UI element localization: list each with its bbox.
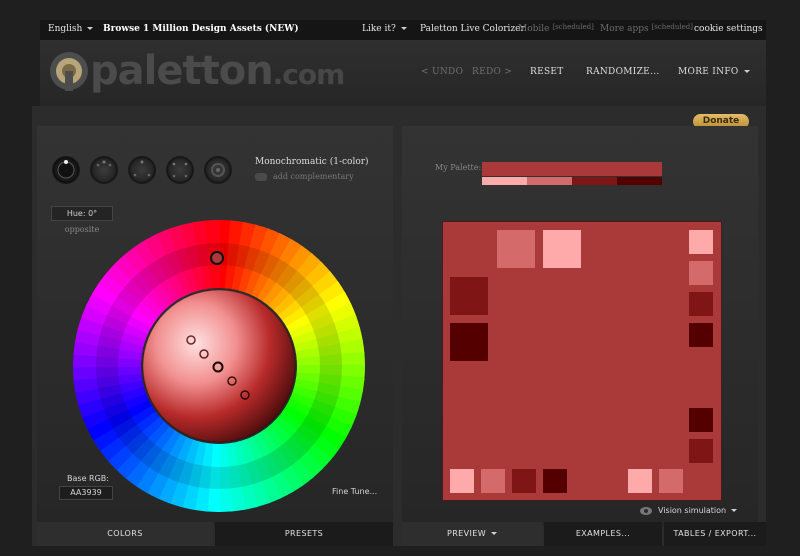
reset-button[interactable]: RESET (530, 67, 564, 77)
mono-scheme-icon (57, 160, 75, 179)
more-info-label: MORE INFO (678, 67, 739, 77)
palette-swatch-1[interactable] (482, 177, 527, 185)
scheme-freestyle-button[interactable] (204, 156, 232, 184)
live-colorizer-link[interactable]: Paletton Live Colorizer (420, 24, 525, 34)
chevron-down-icon (400, 27, 407, 30)
add-complementary-label: add complementary (273, 172, 354, 181)
chevron-down-icon (87, 27, 94, 30)
randomize-button[interactable]: RANDOMIZE... (586, 67, 660, 77)
main-area: Donate Monochromatic (1-color) add compl… (32, 106, 766, 546)
preview-square (689, 439, 713, 463)
preview-square (450, 469, 474, 493)
color-wheel[interactable] (71, 218, 367, 514)
more-info-menu[interactable]: MORE INFO (678, 67, 750, 77)
mobile-scheduled-tag: [scheduled] (552, 23, 594, 31)
preview-square (689, 323, 713, 347)
preview-square (450, 323, 488, 361)
tab-examples[interactable]: EXAMPLES... (544, 522, 662, 546)
preview-square (497, 230, 535, 268)
like-it-menu[interactable]: Like it? (362, 24, 407, 34)
base-rgb-input[interactable]: AA3939 (59, 486, 113, 500)
scheme-adjacent-button[interactable] (90, 156, 118, 184)
hue-handle[interactable] (210, 251, 224, 265)
preview-square (512, 469, 536, 493)
scheme-mono-button[interactable] (52, 156, 80, 184)
scheme-name: Monochromatic (1-color) (255, 157, 369, 167)
language-label: English (48, 24, 83, 34)
tab-colors[interactable]: COLORS (37, 522, 213, 546)
preview-square (450, 277, 488, 315)
chevron-down-icon (491, 532, 498, 535)
more-apps-scheduled-tag: [scheduled] (651, 23, 693, 31)
like-it-label: Like it? (362, 24, 396, 34)
vision-simulation-label: Vision simulation (658, 506, 727, 515)
redo-button[interactable]: REDO > (472, 67, 512, 77)
my-palette-label: My Palette: (435, 163, 482, 172)
scheme-tetrad-button[interactable] (166, 156, 194, 184)
logo-suffix: .com (272, 58, 346, 91)
toggle-switch[interactable] (255, 173, 267, 181)
vision-simulation-menu[interactable]: Vision simulation (640, 506, 738, 515)
tetrad-scheme-icon (172, 162, 188, 178)
header: paletton.com < UNDO REDO > RESET RANDOMI… (40, 40, 766, 106)
top-bar: English Browse 1 Million Design Assets (… (40, 20, 766, 40)
chevron-down-icon (731, 509, 738, 512)
tab-tables-export[interactable]: TABLES / EXPORT... (664, 522, 766, 546)
adjacent-scheme-icon (96, 160, 112, 167)
preview-square (689, 408, 713, 432)
preview-square (543, 469, 567, 493)
add-complementary-toggle[interactable]: add complementary (255, 172, 354, 181)
more-apps-label: More apps (600, 24, 649, 34)
logo-word: paletton (90, 48, 274, 94)
base-rgb-label: Base RGB: (67, 474, 109, 483)
undo-button[interactable]: < UNDO (421, 67, 463, 77)
palette-swatch-4[interactable] (617, 177, 662, 185)
triad-scheme-icon (133, 160, 151, 177)
paletton-logo-icon[interactable] (48, 50, 90, 92)
preview-square (689, 230, 713, 254)
preview-square (689, 292, 713, 316)
freestyle-scheme-icon (211, 163, 225, 177)
language-selector[interactable]: English (48, 24, 94, 34)
preview-square (481, 469, 505, 493)
cookie-settings-link[interactable]: cookie settings (694, 24, 763, 34)
preview-square (543, 230, 581, 268)
colors-panel: Monochromatic (1-color) add complementar… (37, 126, 393, 526)
scheme-triad-button[interactable] (128, 156, 156, 184)
preview-panel: My Palette: Vision simulation (402, 126, 758, 526)
chevron-down-icon (743, 70, 750, 73)
more-apps-link: More apps [scheduled] (600, 23, 693, 34)
preview-square (628, 469, 652, 493)
mobile-link: Mobile [scheduled] (518, 23, 594, 34)
palette-swatch-2[interactable] (527, 177, 572, 185)
palette-swatch-3[interactable] (572, 177, 617, 185)
tab-preview[interactable]: PREVIEW (402, 522, 542, 546)
tab-presets[interactable]: PRESETS (215, 522, 393, 546)
eye-icon (640, 506, 652, 515)
promo-link[interactable]: Browse 1 Million Design Assets (NEW) (103, 24, 299, 34)
mobile-label: Mobile (518, 24, 550, 34)
preview-square (689, 261, 713, 285)
saturation-disc[interactable] (143, 290, 295, 442)
palette-base-swatch[interactable] (482, 162, 662, 176)
tab-preview-label: PREVIEW (446, 529, 487, 538)
logo-wordmark: paletton.com (90, 48, 346, 98)
palette-preview (442, 221, 722, 501)
fine-tune-button[interactable]: Fine Tune... (332, 487, 377, 496)
preview-square (659, 469, 683, 493)
